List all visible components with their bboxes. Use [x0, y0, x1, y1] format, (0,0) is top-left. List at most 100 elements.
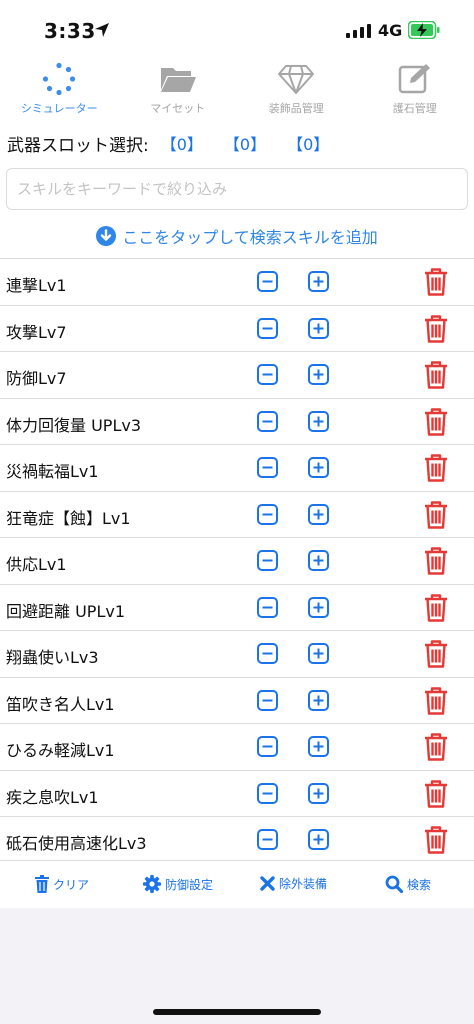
minus-square-icon	[257, 829, 278, 850]
delete-skill-button[interactable]	[424, 314, 448, 347]
skill-name: 災禍転福Lv1	[6, 462, 99, 481]
minus-square-icon	[257, 736, 278, 757]
add-search-skill-button[interactable]: ここをタップして検索スキルを追加	[0, 222, 474, 250]
weapon-slot-3[interactable]: 【0】	[287, 131, 329, 155]
trash-icon	[425, 268, 447, 296]
weapon-slot-2[interactable]: 【0】	[224, 131, 266, 155]
increase-level-button[interactable]	[308, 503, 329, 529]
increase-level-button[interactable]	[308, 364, 329, 389]
trash-icon	[425, 779, 447, 808]
increase-level-button[interactable]	[308, 410, 329, 436]
status-time: 3:33	[44, 19, 96, 43]
skill-name: 回避距離 UPLv1	[6, 601, 126, 621]
tab-decorations[interactable]: 装飾品管理	[237, 60, 356, 118]
delete-skill-button[interactable]	[424, 500, 448, 533]
delete-skill-button[interactable]	[424, 640, 448, 672]
delete-skill-button[interactable]	[424, 733, 448, 765]
trash-icon	[425, 593, 447, 622]
decrease-level-button[interactable]	[257, 503, 278, 529]
trash-icon	[425, 454, 447, 482]
plus-square-icon	[308, 457, 329, 478]
skill-name: 狂竜症【蝕】Lv1	[6, 508, 131, 528]
tab-talismans[interactable]: 護石管理	[356, 60, 474, 118]
plus-square-icon	[308, 736, 329, 757]
increase-level-button[interactable]	[308, 782, 329, 808]
delete-skill-button[interactable]	[424, 826, 448, 858]
clear-label: クリア	[53, 877, 90, 892]
decrease-level-button[interactable]	[257, 457, 278, 482]
decrease-level-button[interactable]	[257, 736, 278, 761]
increase-level-button[interactable]	[308, 596, 329, 622]
network-type: 4G	[378, 21, 403, 40]
trash-icon	[425, 407, 447, 436]
home-indicator[interactable]	[153, 1009, 321, 1015]
decrease-level-button[interactable]	[257, 596, 278, 622]
clear-button[interactable]: クリア	[35, 875, 89, 893]
delete-skill-button[interactable]	[424, 593, 448, 626]
trash-icon	[425, 361, 447, 389]
minus-square-icon	[257, 410, 278, 432]
increase-level-button[interactable]	[308, 829, 329, 854]
decrease-level-button[interactable]	[257, 317, 278, 343]
decrease-level-button[interactable]	[257, 271, 278, 296]
delete-skill-button[interactable]	[424, 547, 448, 579]
skill-name: 体力回復量 UPLv3	[6, 415, 142, 435]
decrease-level-button[interactable]	[257, 829, 278, 854]
plus-square-icon	[308, 596, 329, 618]
skill-list: 連撃Lv1 攻撃Lv7 防御Lv7 体力回復量 UPLv3 災禍転福Lv1 狂竜症【蝕】L…	[0, 258, 474, 863]
delete-skill-button[interactable]	[424, 686, 448, 719]
decrease-level-button[interactable]	[257, 364, 278, 389]
increase-level-button[interactable]	[308, 643, 329, 668]
delete-skill-button[interactable]	[424, 361, 448, 393]
skill-row: 回避距離 UPLv1	[0, 583, 474, 631]
tab-simulator[interactable]: シミュレーター	[0, 60, 119, 118]
increase-level-button[interactable]	[308, 689, 329, 715]
defense-settings-button[interactable]: 防御設定	[143, 875, 213, 893]
search-icon	[385, 875, 403, 893]
plus-square-icon	[308, 829, 329, 850]
tab-my-set[interactable]: マイセット	[119, 60, 238, 118]
decrease-level-button[interactable]	[257, 689, 278, 715]
increase-level-button[interactable]	[308, 317, 329, 343]
app-screen: 3:33 4G シミュレーター マイセット 装飾品管理 護石管理 武器スロット選…	[0, 0, 474, 908]
delete-skill-button[interactable]	[424, 407, 448, 440]
minus-square-icon	[257, 271, 278, 292]
plus-square-icon	[308, 782, 329, 804]
skill-row: 災禍転福Lv1	[0, 444, 474, 491]
trash-icon	[425, 640, 447, 668]
skill-name: 供応Lv1	[6, 555, 67, 574]
skill-name: 翔蟲使いLv3	[6, 648, 99, 667]
skill-row: 供応Lv1	[0, 537, 474, 584]
delete-skill-button[interactable]	[424, 268, 448, 300]
skill-row: 攻撃Lv7	[0, 304, 474, 352]
delete-skill-button[interactable]	[424, 454, 448, 486]
increase-level-button[interactable]	[308, 550, 329, 575]
weapon-slot-1[interactable]: 【0】	[161, 131, 203, 155]
location-arrow-icon	[95, 23, 109, 37]
skill-name: 砥石使用高速化Lv3	[6, 834, 147, 853]
decrease-level-button[interactable]	[257, 410, 278, 436]
minus-square-icon	[257, 782, 278, 804]
skill-row: 連撃Lv1	[0, 258, 474, 305]
excluded-equipment-button[interactable]: 除外装備	[260, 875, 327, 892]
delete-skill-button[interactable]	[424, 779, 448, 812]
decrease-level-button[interactable]	[257, 643, 278, 668]
skill-search-input[interactable]	[6, 168, 468, 210]
increase-level-button[interactable]	[308, 457, 329, 482]
skill-row: 疾之息吹Lv1	[0, 769, 474, 817]
skill-row: 体力回復量 UPLv3	[0, 397, 474, 445]
search-label: 検索	[407, 877, 432, 892]
trash-icon	[425, 314, 447, 343]
bottom-toolbar: クリア 防御設定 除外装備 検索	[0, 860, 474, 908]
increase-level-button[interactable]	[308, 271, 329, 296]
decrease-level-button[interactable]	[257, 550, 278, 575]
close-icon	[260, 876, 275, 891]
skill-name: ひるみ軽減Lv1	[6, 741, 115, 760]
skill-row: ひるみ軽減Lv1	[0, 723, 474, 770]
status-bar: 3:33 4G	[0, 0, 474, 60]
decrease-level-button[interactable]	[257, 782, 278, 808]
skill-row: 防御Lv7	[0, 351, 474, 398]
plus-square-icon	[308, 689, 329, 711]
search-button[interactable]: 検索	[385, 875, 431, 893]
increase-level-button[interactable]	[308, 736, 329, 761]
